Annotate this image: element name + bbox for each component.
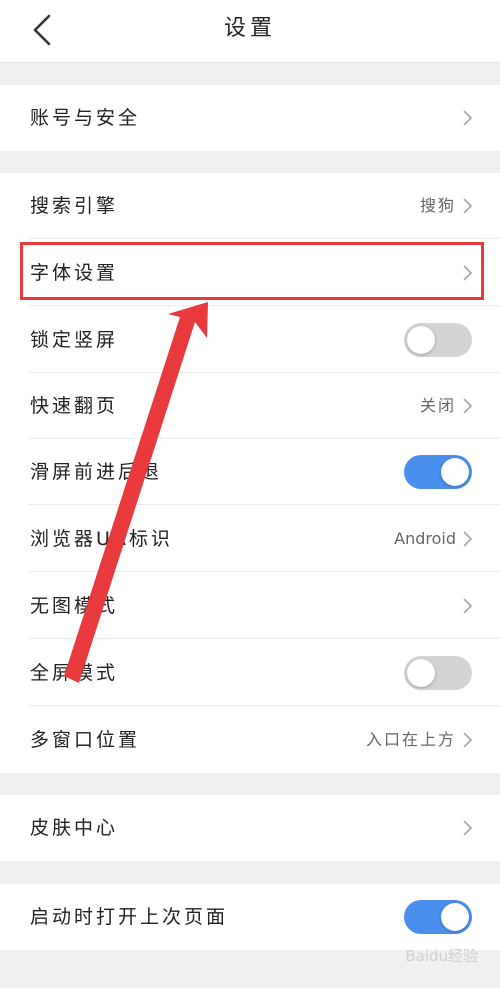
divider bbox=[28, 238, 500, 239]
setting-value: 搜狗 bbox=[419, 196, 456, 215]
highlight-box bbox=[20, 242, 484, 300]
watermark: Baidu经验 bbox=[405, 947, 478, 965]
setting-account-security[interactable]: 账号与安全 bbox=[0, 85, 500, 151]
settings-group-account: 账号与安全 bbox=[0, 85, 500, 151]
toggle-knob bbox=[441, 458, 469, 486]
setting-value: 关闭 bbox=[419, 396, 456, 415]
setting-fast-page-turn[interactable]: 快速翻页 关闭 bbox=[0, 373, 500, 439]
setting-label: 皮肤中心 bbox=[30, 817, 119, 839]
divider bbox=[28, 504, 500, 505]
setting-fullscreen-mode: 全屏模式 bbox=[0, 640, 500, 706]
settings-group-skin: 皮肤中心 bbox=[0, 795, 500, 861]
fullscreen-mode-toggle[interactable] bbox=[404, 656, 472, 690]
chevron-right-icon bbox=[463, 531, 473, 547]
setting-label: 账号与安全 bbox=[30, 107, 141, 129]
setting-label: 无图模式 bbox=[30, 595, 119, 617]
setting-label: 锁定竖屏 bbox=[30, 329, 119, 351]
setting-multi-window-position[interactable]: 多窗口位置 入口在上方 bbox=[0, 707, 500, 773]
setting-restore-last-page: 启动时打开上次页面 bbox=[0, 884, 500, 950]
top-bar: 设置 bbox=[0, 0, 500, 63]
setting-label: 搜索引擎 bbox=[30, 195, 119, 217]
setting-label: 多窗口位置 bbox=[30, 729, 141, 751]
restore-last-page-toggle[interactable] bbox=[404, 900, 472, 934]
lock-portrait-toggle[interactable] bbox=[404, 323, 472, 357]
setting-swipe-navigation: 滑屏前进后退 bbox=[0, 439, 500, 505]
chevron-right-icon bbox=[463, 398, 473, 414]
chevron-right-icon bbox=[463, 198, 473, 214]
setting-value: Android bbox=[394, 529, 456, 548]
setting-skin-center[interactable]: 皮肤中心 bbox=[0, 795, 500, 861]
divider bbox=[28, 305, 500, 306]
divider bbox=[28, 638, 500, 639]
toggle-knob bbox=[407, 659, 435, 687]
chevron-right-icon bbox=[463, 732, 473, 748]
chevron-right-icon bbox=[463, 598, 473, 614]
setting-value: 入口在上方 bbox=[365, 730, 456, 749]
setting-label: 全屏模式 bbox=[30, 662, 119, 684]
setting-label: 快速翻页 bbox=[30, 395, 119, 417]
page-title: 设置 bbox=[223, 16, 276, 41]
swipe-navigation-toggle[interactable] bbox=[404, 455, 472, 489]
toggle-knob bbox=[441, 903, 469, 931]
settings-group-startup: 启动时打开上次页面 bbox=[0, 884, 500, 950]
setting-no-image-mode[interactable]: 无图模式 bbox=[0, 573, 500, 639]
setting-search-engine[interactable]: 搜索引擎 搜狗 bbox=[0, 173, 500, 239]
chevron-right-icon bbox=[463, 110, 473, 126]
divider bbox=[28, 705, 500, 706]
setting-label: 浏览器UA标识 bbox=[30, 528, 173, 550]
setting-label: 滑屏前进后退 bbox=[30, 461, 163, 483]
toggle-knob bbox=[407, 326, 435, 354]
chevron-right-icon bbox=[463, 820, 473, 836]
setting-label: 启动时打开上次页面 bbox=[30, 906, 229, 928]
divider bbox=[28, 571, 500, 572]
setting-lock-portrait: 锁定竖屏 bbox=[0, 307, 500, 373]
setting-browser-ua[interactable]: 浏览器UA标识 Android bbox=[0, 506, 500, 572]
